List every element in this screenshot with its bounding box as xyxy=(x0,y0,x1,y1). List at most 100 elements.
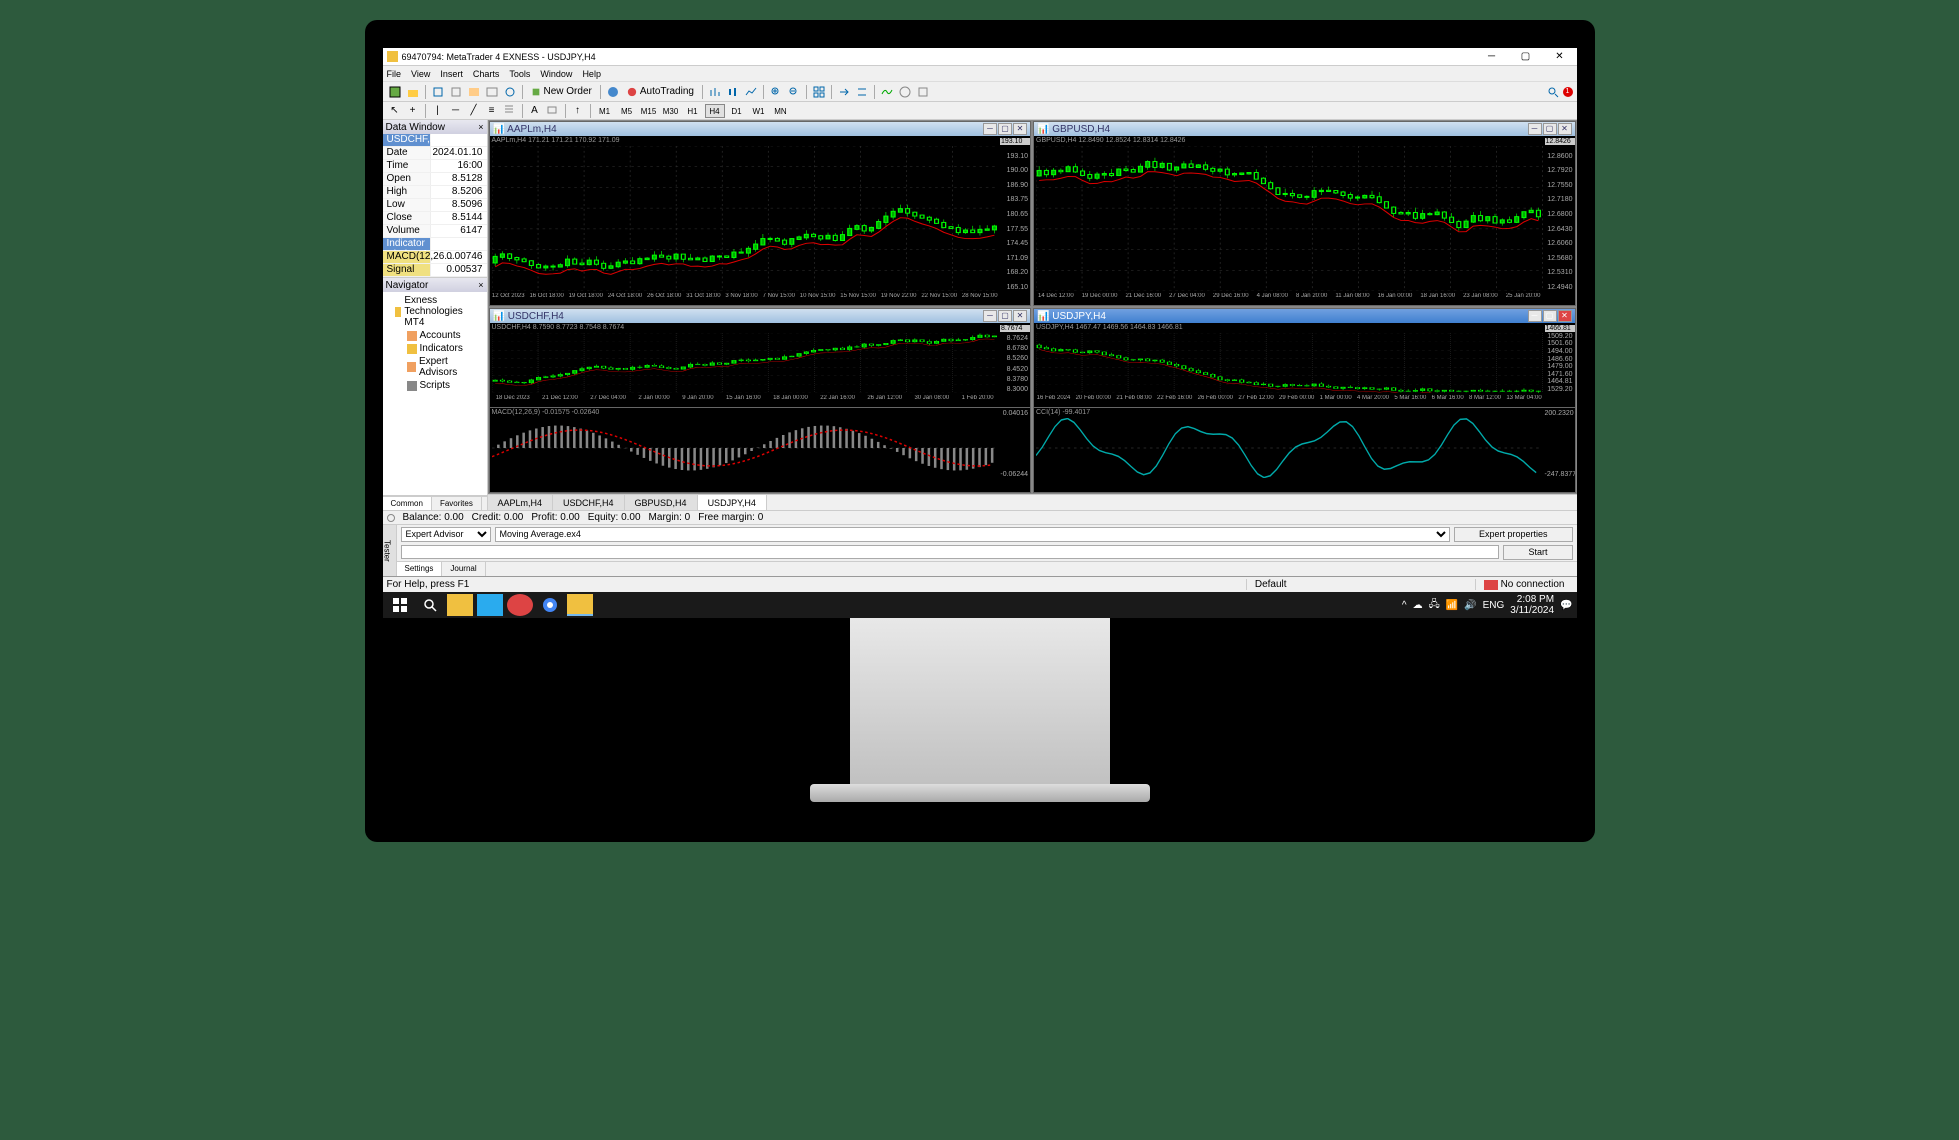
notification-badge[interactable]: 1 xyxy=(1563,87,1573,97)
tf-m1[interactable]: M1 xyxy=(595,104,615,118)
label-icon[interactable] xyxy=(545,103,561,119)
chart-canvas[interactable]: USDJPY,H4 1467.47 1469.56 1464.83 1466.8… xyxy=(1034,323,1575,407)
nav-indicators[interactable]: Indicators xyxy=(385,342,485,355)
tray-volume-icon[interactable]: 🔊 xyxy=(1464,600,1476,611)
fibo-icon[interactable] xyxy=(502,103,518,119)
search-icon[interactable] xyxy=(1545,84,1561,100)
explorer-icon[interactable] xyxy=(447,594,473,616)
menu-file[interactable]: File xyxy=(387,69,402,79)
tester-icon[interactable] xyxy=(502,84,518,100)
tf-m30[interactable]: M30 xyxy=(661,104,681,118)
profiles-icon[interactable] xyxy=(405,84,421,100)
periods-icon[interactable] xyxy=(897,84,913,100)
tray-cloud-icon[interactable]: ☁ xyxy=(1413,600,1423,611)
chart-header[interactable]: 📊 USDCHF,H4 ─ ▢ ✕ xyxy=(490,309,1031,323)
close-icon[interactable]: ✕ xyxy=(1013,123,1027,135)
tray-language[interactable]: ENG xyxy=(1483,600,1505,611)
tf-d1[interactable]: D1 xyxy=(727,104,747,118)
opera-icon[interactable] xyxy=(507,594,533,616)
close-icon[interactable]: ✕ xyxy=(1013,310,1027,322)
close-icon[interactable]: ✕ xyxy=(1558,123,1572,135)
tf-mn[interactable]: MN xyxy=(771,104,791,118)
arrows-icon[interactable]: ↑ xyxy=(570,103,586,119)
tray-notifications-icon[interactable]: 💬 xyxy=(1560,600,1572,611)
autotrading-button[interactable]: AutoTrading xyxy=(623,84,698,99)
menu-charts[interactable]: Charts xyxy=(473,69,500,79)
text-icon[interactable]: A xyxy=(527,103,543,119)
navigator-icon[interactable] xyxy=(466,84,482,100)
max-icon[interactable]: ▢ xyxy=(998,123,1012,135)
search-button[interactable] xyxy=(417,594,443,616)
shift-icon[interactable] xyxy=(836,84,852,100)
nav-scripts[interactable]: Scripts xyxy=(385,379,485,392)
nav-accounts[interactable]: Accounts xyxy=(385,329,485,342)
chrome-icon[interactable] xyxy=(537,594,563,616)
templates-icon[interactable] xyxy=(915,84,931,100)
close-icon[interactable]: × xyxy=(478,122,483,132)
close-icon[interactable]: ✕ xyxy=(1558,310,1572,322)
chart-tab-usdjpy[interactable]: USDJPY,H4 xyxy=(698,495,767,510)
menu-tools[interactable]: Tools xyxy=(509,69,530,79)
new-chart-icon[interactable] xyxy=(387,84,403,100)
nav-expert-advisors[interactable]: Expert Advisors xyxy=(385,355,485,379)
channel-icon[interactable]: ≡ xyxy=(484,103,500,119)
tf-m5[interactable]: M5 xyxy=(617,104,637,118)
zoom-in-icon[interactable] xyxy=(768,84,784,100)
line-chart-icon[interactable] xyxy=(743,84,759,100)
tester-ea-select[interactable]: Moving Average.ex4 xyxy=(495,527,1450,542)
chart-tab-aapl[interactable]: AAPLm,H4 xyxy=(488,495,554,510)
tab-favorites[interactable]: Favorites xyxy=(432,497,482,510)
menu-help[interactable]: Help xyxy=(582,69,601,79)
chart-canvas[interactable]: GBPUSD,H4 12.8490 12.8524 12.8314 12.842… xyxy=(1034,136,1575,305)
market-watch-icon[interactable] xyxy=(430,84,446,100)
tab-settings[interactable]: Settings xyxy=(397,562,443,576)
tester-type-select[interactable]: Expert Advisor xyxy=(401,527,491,542)
min-icon[interactable]: ─ xyxy=(1528,310,1542,322)
tile-icon[interactable] xyxy=(811,84,827,100)
data-window-icon[interactable] xyxy=(448,84,464,100)
chart-header[interactable]: 📊 USDJPY,H4 ─ ▢ ✕ xyxy=(1034,309,1575,323)
autoscroll-icon[interactable] xyxy=(854,84,870,100)
trendline-icon[interactable]: ╱ xyxy=(466,103,482,119)
tray-chevron-icon[interactable]: ^ xyxy=(1402,600,1407,611)
chart-tab-usdchf[interactable]: USDCHF,H4 xyxy=(553,495,625,510)
tf-h1[interactable]: H1 xyxy=(683,104,703,118)
tf-m15[interactable]: M15 xyxy=(639,104,659,118)
vline-icon[interactable]: | xyxy=(430,103,446,119)
min-icon[interactable]: ─ xyxy=(983,310,997,322)
nav-root[interactable]: Exness Technologies MT4 xyxy=(385,294,485,329)
tray-network-icon[interactable]: 🖧 xyxy=(1429,597,1440,614)
bar-chart-icon[interactable] xyxy=(707,84,723,100)
chart-tab-gbpusd[interactable]: GBPUSD,H4 xyxy=(625,495,698,510)
chart-canvas[interactable]: USDCHF,H4 8.7590 8.7723 8.7548 8.7674 8.… xyxy=(490,323,1031,407)
max-icon[interactable]: ▢ xyxy=(1543,310,1557,322)
tab-journal[interactable]: Journal xyxy=(442,562,485,576)
menu-window[interactable]: Window xyxy=(540,69,572,79)
new-order-button[interactable]: New Order xyxy=(527,84,596,99)
menu-view[interactable]: View xyxy=(411,69,430,79)
max-icon[interactable]: ▢ xyxy=(998,310,1012,322)
tf-w1[interactable]: W1 xyxy=(749,104,769,118)
max-icon[interactable]: ▢ xyxy=(1543,123,1557,135)
tray-wifi-icon[interactable]: 📶 xyxy=(1446,600,1458,611)
start-button[interactable] xyxy=(387,594,413,616)
tf-h4[interactable]: H4 xyxy=(705,104,725,118)
start-button[interactable]: Start xyxy=(1503,545,1572,560)
close-icon[interactable]: × xyxy=(478,280,483,290)
minimize-button[interactable]: ─ xyxy=(1479,50,1505,64)
mt4-icon[interactable] xyxy=(567,594,593,616)
candle-chart-icon[interactable] xyxy=(725,84,741,100)
chart-canvas[interactable]: AAPLm,H4 171.21 171.21 170.92 171.09 193… xyxy=(490,136,1031,305)
hline-icon[interactable]: ─ xyxy=(448,103,464,119)
metaquotes-icon[interactable] xyxy=(605,84,621,100)
zoom-out-icon[interactable] xyxy=(786,84,802,100)
tray-clock[interactable]: 2:08 PM 3/11/2024 xyxy=(1510,594,1554,616)
expert-properties-button[interactable]: Expert properties xyxy=(1454,527,1573,542)
cursor-icon[interactable]: ↖ xyxy=(387,103,403,119)
indicators-icon[interactable] xyxy=(879,84,895,100)
min-icon[interactable]: ─ xyxy=(983,123,997,135)
maximize-button[interactable]: ▢ xyxy=(1513,50,1539,64)
crosshair-icon[interactable]: + xyxy=(405,103,421,119)
menu-insert[interactable]: Insert xyxy=(440,69,463,79)
telegram-icon[interactable] xyxy=(477,594,503,616)
